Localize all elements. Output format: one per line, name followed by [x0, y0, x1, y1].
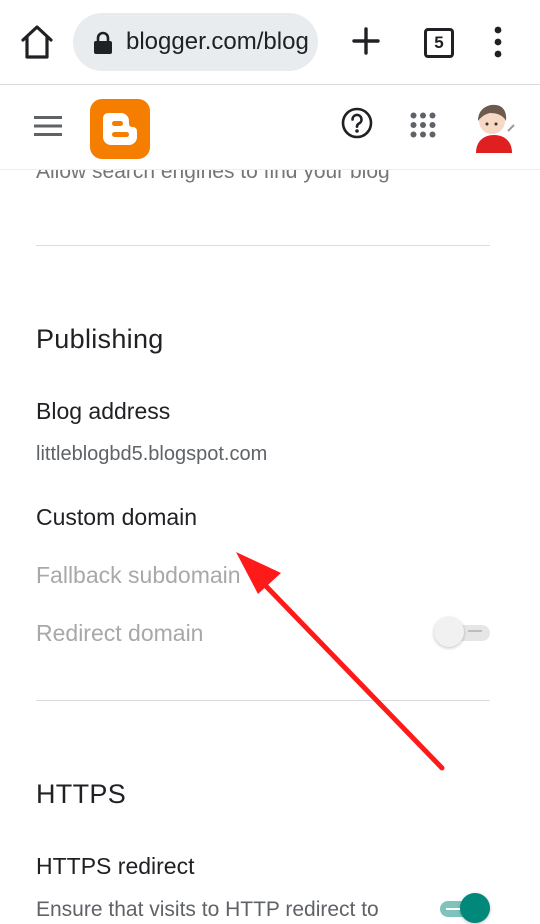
blogger-b-icon [103, 113, 137, 145]
https-redirect-toggle[interactable] [434, 891, 490, 924]
https-section-title: HTTPS [36, 779, 127, 809]
section-divider [36, 700, 490, 701]
toggle-knob [460, 893, 490, 923]
apps-grid-icon[interactable] [410, 112, 436, 138]
more-vert-icon[interactable] [486, 25, 510, 59]
redirect-domain-setting: Redirect domain [36, 620, 204, 646]
tab-switcher-button[interactable]: 5 [424, 28, 454, 58]
user-avatar[interactable] [470, 101, 518, 153]
help-icon[interactable] [341, 107, 373, 139]
redirect-domain-toggle[interactable] [434, 615, 490, 649]
lock-icon [94, 31, 112, 54]
search-engines-description: Allow search engines to find your blog [36, 170, 390, 183]
toggle-off-mark-icon [468, 630, 482, 632]
settings-content: Allow search engines to find your blog P… [0, 170, 540, 924]
hamburger-menu-icon[interactable] [34, 115, 62, 137]
new-tab-icon[interactable] [351, 26, 381, 56]
https-redirect-setting: HTTPS redirect [36, 853, 195, 879]
blog-address-setting[interactable]: Blog address [36, 398, 170, 425]
https-redirect-description: Ensure that visits to HTTP redirect to [36, 898, 379, 921]
app-header [0, 85, 540, 170]
blog-address-value: littleblogbd5.blogspot.com [36, 443, 268, 465]
blogger-logo[interactable] [90, 99, 150, 159]
toggle-knob [434, 617, 464, 647]
browser-toolbar: blogger.com/blog 5 [0, 0, 540, 85]
toggle-on-mark-icon [446, 908, 460, 910]
url-text: blogger.com/blog [126, 28, 309, 55]
home-icon[interactable] [20, 24, 54, 60]
publishing-section-title: Publishing [36, 324, 164, 354]
custom-domain-setting[interactable]: Custom domain [36, 504, 197, 531]
address-bar[interactable]: blogger.com/blog [73, 13, 318, 71]
section-divider [36, 245, 490, 246]
fallback-subdomain-setting: Fallback subdomain [36, 562, 241, 588]
